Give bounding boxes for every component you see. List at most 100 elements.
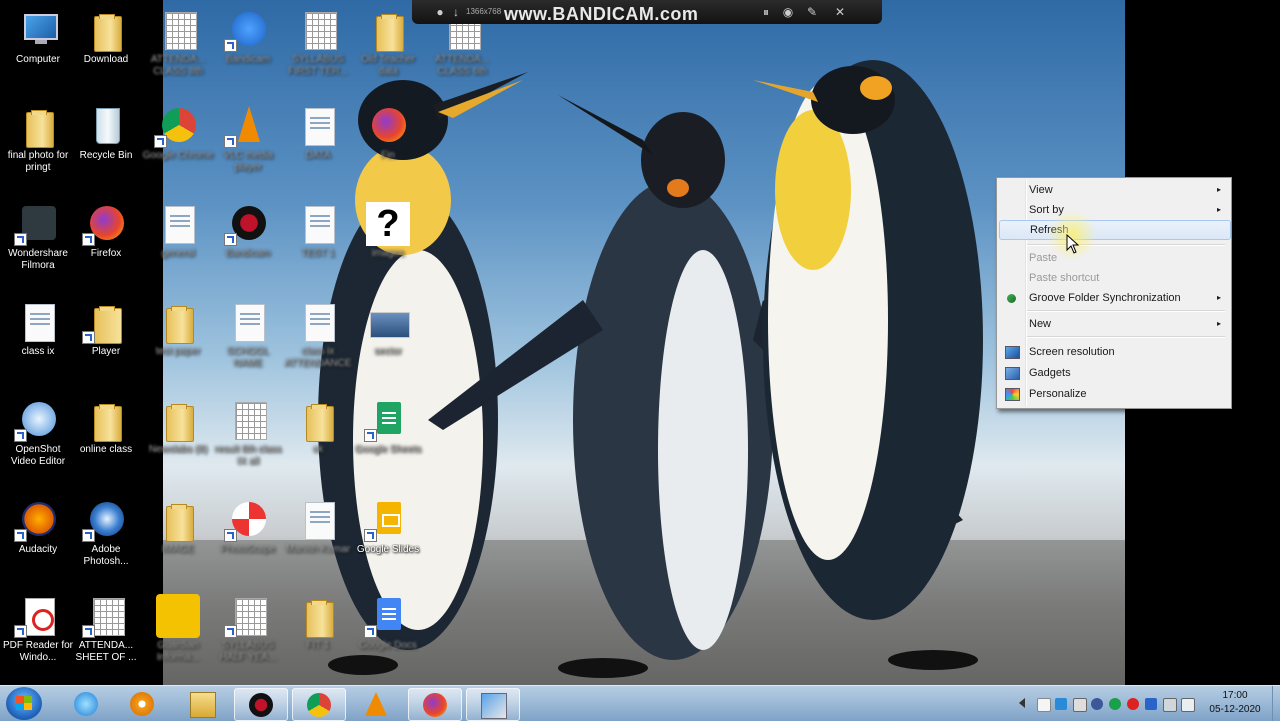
desktop-icon-fin[interactable]: Fin	[350, 100, 426, 192]
start-button[interactable]	[6, 687, 42, 720]
menu-item-new[interactable]: New ▸	[999, 314, 1229, 334]
desktop-icon-photoshop[interactable]: Adobe Photosh...	[68, 494, 144, 586]
desktop-icon-label: Audacity	[18, 544, 58, 555]
desktop-icon-syllabus-first[interactable]: SYLLABUS FIRST TER...	[280, 4, 356, 96]
menu-item-groove-sync[interactable]: Groove Folder Synchronization ▸	[999, 288, 1229, 308]
desktop-icon-photoscape[interactable]: PhotoScape	[210, 494, 286, 586]
desktop-icon-firefox[interactable]: Firefox	[68, 198, 144, 290]
clock[interactable]: 17:00 05-12-2020	[1200, 689, 1270, 719]
record-icon[interactable]	[1127, 698, 1139, 710]
desktop-icon-attendance-8th[interactable]: ATTENDA... CLASS 8th	[140, 4, 216, 96]
camera-icon[interactable]: ◉	[780, 4, 796, 20]
volume-icon[interactable]	[1181, 698, 1195, 712]
desktop-icon-filmora[interactable]: Wondershare Filmora	[0, 198, 76, 290]
network-icon[interactable]	[1055, 698, 1067, 710]
desktop-icon-data[interactable]: DATA	[280, 100, 356, 192]
taskbar-bandicam[interactable]	[234, 688, 288, 721]
shortcut-arrow-icon	[224, 233, 237, 246]
flag-icon[interactable]	[1163, 698, 1177, 712]
desktop-icon-class-ix[interactable]: class ix	[0, 296, 76, 388]
menu-item-screen-resolution[interactable]: Screen resolution	[999, 342, 1229, 362]
desktop-icon-download[interactable]: Download	[68, 4, 144, 96]
taskbar-photoscape[interactable]	[466, 688, 520, 721]
desktop-icon-test-1[interactable]: TEST 1	[280, 198, 356, 290]
menu-item-gadgets[interactable]: Gadgets	[999, 363, 1229, 383]
desktop-icon-test-paper[interactable]: test paper	[140, 296, 216, 388]
menu-item-personalize[interactable]: Personalize	[999, 384, 1229, 404]
desktop-icon-chrome[interactable]: Google Chrome	[140, 100, 216, 192]
desktop-icon-image[interactable]: IMAGE	[140, 494, 216, 586]
menu-item-sort-by[interactable]: Sort by ▸	[999, 200, 1229, 220]
taskbar-firefox[interactable]	[408, 688, 462, 721]
menu-item-paste-shortcut[interactable]: Paste shortcut	[999, 268, 1229, 288]
desktop-icon-sector[interactable]: sector	[350, 296, 426, 388]
desktop-icon-recycle-bin[interactable]: Recycle Bin	[68, 100, 144, 192]
desktop-icon-audacity[interactable]: Audacity	[0, 494, 76, 586]
bandicam-recording-bar[interactable]: ● ↓ 1366x768 www.BANDICAM.com ⏸ ◉ ✎ ✕	[412, 0, 882, 24]
desktop-icon-fit-1[interactable]: FIT 1	[280, 590, 356, 682]
show-desktop-button[interactable]	[1272, 686, 1280, 721]
taskbar[interactable]: 17:00 05-12-2020	[0, 685, 1280, 721]
shortcut-arrow-icon	[14, 625, 27, 638]
menu-item-label: Paste shortcut	[1029, 272, 1100, 284]
desktop-icon-openshot[interactable]: OpenShot Video Editor	[0, 394, 76, 486]
firefox-icon	[90, 206, 124, 240]
menu-item-paste[interactable]: Paste	[999, 248, 1229, 268]
taskbar-media-player[interactable]	[116, 688, 168, 719]
desktop-icon-google-sheets[interactable]: Google Sheets	[350, 394, 426, 486]
desktop-icon-final-photo[interactable]: final photo for pringt	[0, 100, 76, 192]
media-player-icon	[130, 692, 154, 716]
document-icon	[305, 108, 335, 146]
desktop-icon-result-8th[interactable]: result 8th class IX all	[210, 394, 286, 486]
battery-icon[interactable]	[1073, 698, 1087, 712]
facebook-icon[interactable]	[1091, 698, 1103, 710]
pencil-icon[interactable]: ✎	[804, 4, 820, 20]
desktop-icon-google-docs[interactable]: Google Docs	[350, 590, 426, 682]
tray-green-icon[interactable]	[1109, 698, 1121, 710]
desktop-icon-online-class[interactable]: online class	[68, 394, 144, 486]
spreadsheet-icon	[235, 402, 267, 440]
desktop-icon-ok[interactable]: ok	[280, 394, 356, 486]
desktop-icon-general[interactable]: general	[140, 198, 216, 290]
taskbar-ie[interactable]	[60, 688, 112, 719]
system-tray[interactable]	[1015, 688, 1205, 719]
desktop-icon-google-slides[interactable]: Google Slides	[350, 494, 426, 586]
desktop-icon-computer[interactable]: Computer	[0, 4, 76, 96]
desktop-icon-vlc[interactable]: VLC media player	[210, 100, 286, 192]
mic-icon[interactable]: ●	[432, 4, 448, 20]
desktop-icon-class-ix-attendance[interactable]: class ix ATTENDANCE	[280, 296, 356, 388]
desktop-icon-pdf-reader[interactable]: PDF Reader for Windo...	[0, 590, 76, 682]
filmora-icon	[22, 206, 56, 240]
desktop-icon-label: Manish Kumar	[285, 544, 351, 555]
desktop-icon-label: Google Docs	[359, 640, 417, 651]
menu-item-refresh[interactable]: Refresh	[999, 220, 1231, 240]
chrome-icon	[162, 108, 196, 142]
desktop-icon-guardian[interactable]: Guardian Informa...	[140, 590, 216, 682]
desktop-icon-images[interactable]: ? images	[350, 198, 426, 290]
close-icon[interactable]: ✕	[832, 4, 848, 20]
tray-blue-icon[interactable]	[1145, 698, 1157, 710]
pause-icon[interactable]: ⏸	[758, 4, 774, 20]
desktop-icon-syllabus-half[interactable]: SYLLABUS HALF YEA...	[210, 590, 286, 682]
desktop-icon-player[interactable]: Player	[68, 296, 144, 388]
taskbar-explorer[interactable]	[176, 688, 228, 719]
desktop-context-menu[interactable]: View ▸ Sort by ▸ Refresh Paste Paste sho…	[996, 177, 1232, 409]
recycle-bin-icon	[96, 108, 120, 144]
taskbar-vlc[interactable]	[350, 688, 402, 719]
desktop-icon-newslabs[interactable]: Newslabs (8)	[140, 394, 216, 486]
download-icon[interactable]: ↓	[448, 4, 464, 20]
menu-item-view[interactable]: View ▸	[999, 180, 1229, 200]
desktop-icon-manish-kumar[interactable]: Manish Kumar	[280, 494, 356, 586]
desktop-icon-bandicam[interactable]: Bandicam	[210, 4, 286, 96]
desktop-icon-school-name[interactable]: SCHOOL NAME	[210, 296, 286, 388]
show-hidden-icons-icon[interactable]	[1019, 698, 1025, 708]
bandicam-brand: www.BANDICAM.com	[504, 4, 699, 24]
spreadsheet-icon	[93, 598, 125, 636]
desktop-icon-label: Old Teacher data	[361, 54, 415, 77]
tray-app-icon[interactable]	[1037, 698, 1051, 712]
mouse-cursor-icon	[1066, 234, 1080, 254]
desktop-icon-bandicam-2[interactable]: Bandicam	[210, 198, 286, 290]
desktop-icon-attendance-sheet[interactable]: ATTENDA... SHEET OF ...	[68, 590, 144, 682]
taskbar-chrome[interactable]	[292, 688, 346, 721]
desktop-icon-label: Guardian Informa...	[156, 640, 200, 663]
